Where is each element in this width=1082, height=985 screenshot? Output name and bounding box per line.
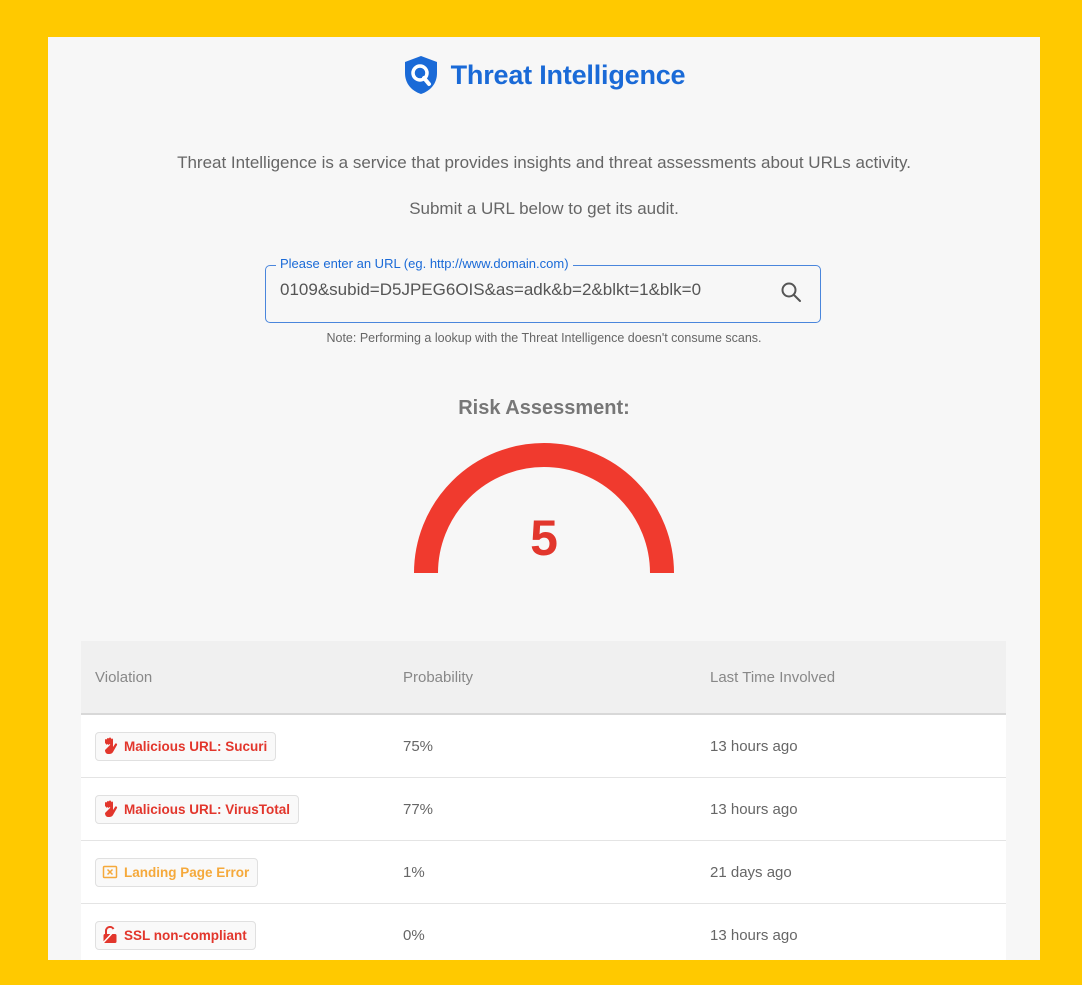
probability-cell: 75% [403, 737, 434, 755]
violation-badge[interactable]: Landing Page Error [95, 857, 259, 887]
violation-label: Malicious URL: Sucuri [124, 738, 268, 754]
last-time-cell: 13 hours ago [710, 926, 798, 944]
url-input[interactable]: Please enter an URL (eg. http://www.doma… [265, 256, 821, 323]
hand-stop-icon [105, 737, 118, 754]
violation-label: Landing Page Error [124, 864, 250, 880]
brand-title: Threat Intelligence [450, 59, 686, 90]
last-time-cell: 21 days ago [710, 863, 792, 881]
probability-cell: 77% [403, 800, 434, 818]
url-input-value[interactable]: 0109&subid=D5JPEG6OIS&as=adk&b=2&blkt=1&… [280, 280, 701, 300]
table-row: Malicious URL: VirusTotal 77% 13 hours a… [81, 778, 1006, 841]
violation-label: Malicious URL: VirusTotal [124, 801, 291, 817]
violation-badge[interactable]: SSL non-compliant [95, 920, 256, 950]
violation-label: SSL non-compliant [124, 927, 247, 943]
search-icon[interactable] [780, 281, 802, 303]
table-header: Violation Probability Last Time Involved [81, 641, 1006, 715]
violations-table: Violation Probability Last Time Involved… [81, 641, 1006, 960]
last-time-cell: 13 hours ago [710, 800, 798, 818]
header-last-time[interactable]: Last Time Involved [695, 669, 1006, 686]
unlocked-icon [102, 926, 118, 944]
violation-badge[interactable]: Malicious URL: Sucuri [95, 731, 277, 761]
header-probability[interactable]: Probability [388, 669, 695, 686]
lookup-note: Note: Performing a lookup with the Threa… [326, 331, 762, 345]
intro-text: Threat Intelligence is a service that pr… [177, 153, 911, 172]
shield-search-icon [404, 56, 437, 94]
risk-title: Risk Assessment: [458, 397, 630, 419]
probability-cell: 0% [403, 926, 425, 944]
last-time-cell: 13 hours ago [710, 737, 798, 755]
violation-badge[interactable]: Malicious URL: VirusTotal [95, 794, 300, 824]
table-row: Landing Page Error 1% 21 days ago [81, 841, 1006, 904]
url-input-label: Please enter an URL (eg. http://www.doma… [276, 256, 573, 271]
error-box-icon [102, 865, 118, 879]
intro-subtext: Submit a URL below to get its audit. [409, 199, 679, 218]
header-violation[interactable]: Violation [81, 669, 388, 686]
table-row: Malicious URL: Sucuri 75% 13 hours ago [81, 715, 1006, 778]
brand-header: Threat Intelligence [48, 55, 1040, 95]
threat-intel-panel: Threat Intelligence Threat Intelligence … [48, 37, 1040, 960]
probability-cell: 1% [403, 863, 425, 881]
hand-stop-icon [105, 800, 118, 817]
table-row: SSL non-compliant 0% 13 hours ago [81, 904, 1006, 960]
risk-score: 5 [530, 510, 558, 566]
